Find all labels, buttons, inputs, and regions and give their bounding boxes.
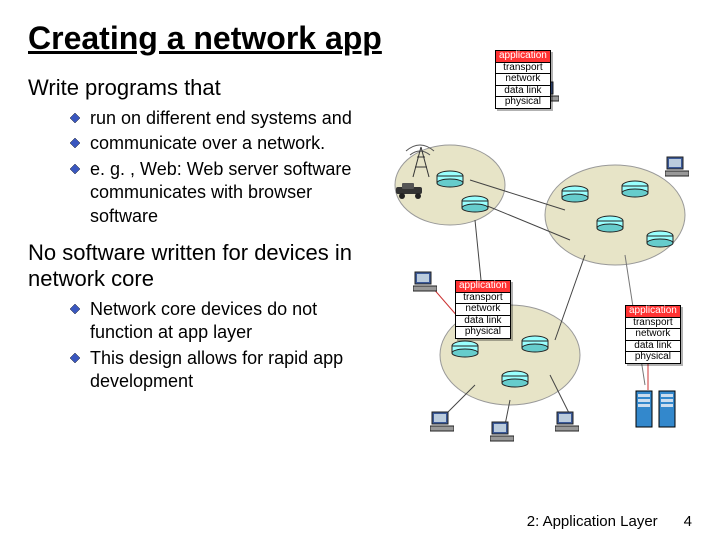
slide-footer: 2: Application Layer 4: [527, 513, 692, 530]
cell-tower-icon: [410, 145, 432, 179]
pc-icon: [490, 420, 514, 442]
server-icon: [635, 390, 653, 428]
router-icon: [620, 180, 650, 198]
router-icon: [460, 195, 490, 213]
stack-layer: application: [456, 281, 510, 293]
protocol-stack-box: application transport network data link …: [625, 305, 681, 364]
protocol-stack-box: application transport network data link …: [455, 280, 511, 339]
stack-layer: physical: [456, 327, 510, 338]
router-icon: [520, 335, 550, 353]
router-icon: [595, 215, 625, 233]
pc-icon: [430, 410, 454, 432]
car-icon: [392, 183, 426, 199]
router-icon: [500, 370, 530, 388]
diamond-bullet-icon: [70, 113, 80, 123]
network-diagram: application transport network data link …: [390, 55, 700, 465]
stack-layer: application: [496, 51, 550, 63]
list-item-text: Network core devices do not function at …: [90, 298, 370, 345]
list-item: communicate over a network.: [70, 132, 370, 155]
bullet-list-2: Network core devices do not function at …: [70, 298, 370, 394]
diamond-bullet-icon: [70, 138, 80, 148]
pc-icon: [665, 155, 689, 177]
slide-title: Creating a network app: [28, 20, 692, 57]
stack-layer: application: [626, 306, 680, 318]
stack-layer: network: [626, 329, 680, 341]
list-item-text: run on different end systems and: [90, 107, 370, 130]
router-icon: [435, 170, 465, 188]
stack-layer: network: [496, 74, 550, 86]
diamond-bullet-icon: [70, 164, 80, 174]
router-icon: [560, 185, 590, 203]
protocol-stack-box: application transport network data link …: [495, 50, 551, 109]
bullet-list-1: run on different end systems and communi…: [70, 107, 370, 228]
server-icon: [658, 390, 676, 428]
diamond-bullet-icon: [70, 353, 80, 363]
list-item-text: e. g. , Web: Web server software communi…: [90, 158, 370, 228]
list-item: This design allows for rapid app develop…: [70, 347, 370, 394]
stack-layer: physical: [496, 97, 550, 108]
diamond-bullet-icon: [70, 304, 80, 314]
pc-icon: [413, 270, 437, 292]
list-item: Network core devices do not function at …: [70, 298, 370, 345]
stack-layer: physical: [626, 352, 680, 363]
list-item-text: communicate over a network.: [90, 132, 370, 155]
router-icon: [450, 340, 480, 358]
section-heading-2: No software written for devices in netwo…: [28, 240, 368, 292]
list-item-text: This design allows for rapid app develop…: [90, 347, 370, 394]
pc-icon: [555, 410, 579, 432]
footer-page-number: 4: [684, 513, 692, 530]
list-item: e. g. , Web: Web server software communi…: [70, 158, 370, 228]
list-item: run on different end systems and: [70, 107, 370, 130]
router-icon: [645, 230, 675, 248]
footer-chapter: 2: Application Layer: [527, 513, 658, 530]
stack-layer: network: [456, 304, 510, 316]
